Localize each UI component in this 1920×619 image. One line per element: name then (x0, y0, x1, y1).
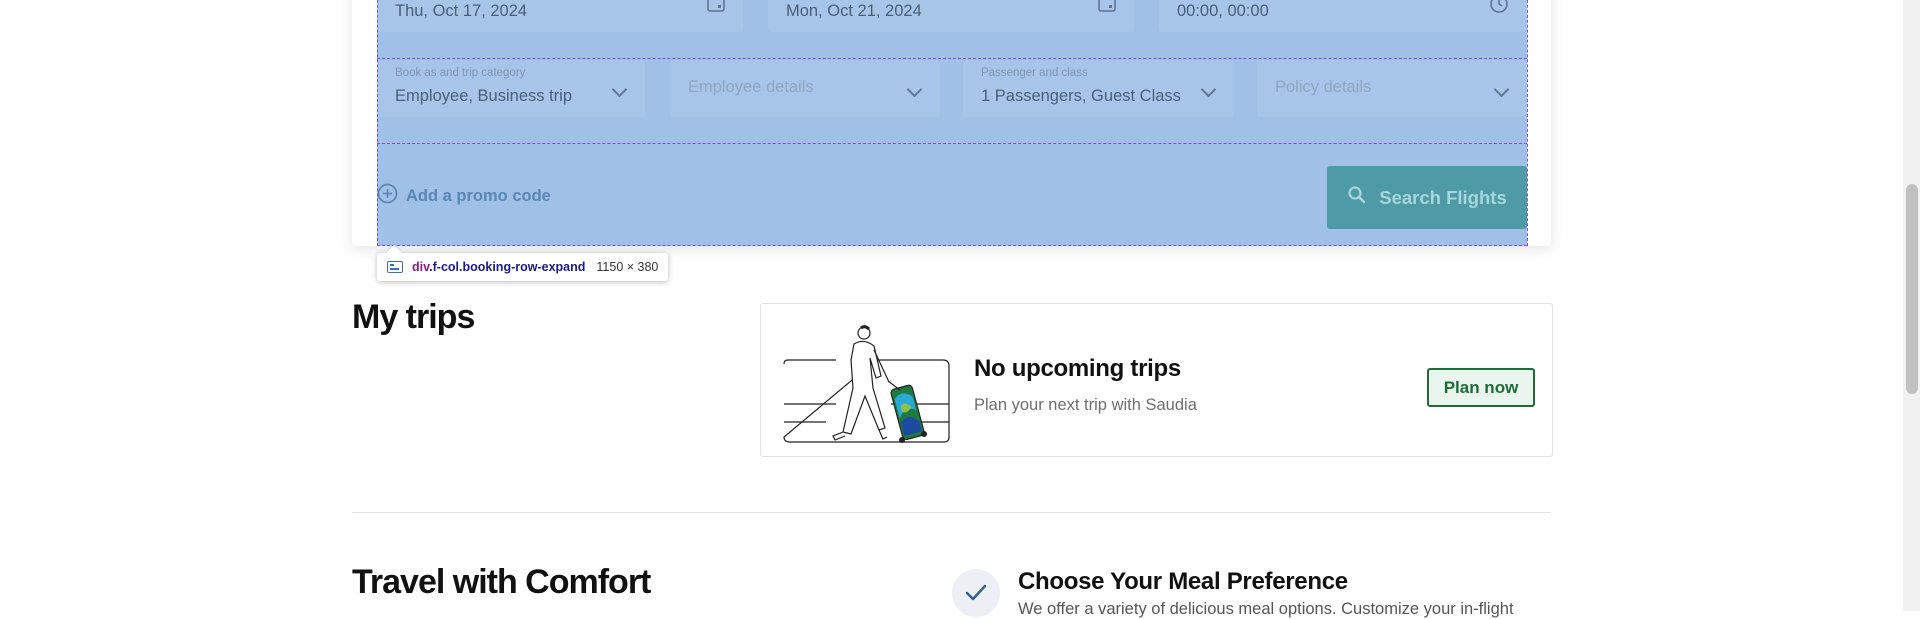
calendar-icon (707, 0, 725, 17)
meal-preference-text: We offer a variety of delicious meal opt… (1018, 600, 1514, 618)
search-flights-button[interactable]: Search Flights (1327, 166, 1527, 229)
highlight-guide-line (377, 0, 378, 246)
section-divider (352, 512, 1551, 513)
page-scrollbar[interactable] (1903, 0, 1920, 611)
calendar-icon (1098, 0, 1116, 17)
time-field[interactable]: 00:00, 00:00 (1159, 0, 1527, 32)
book-as-value: Employee, Business trip (395, 87, 572, 105)
flex-layout-icon (387, 261, 403, 273)
depart-date-value: Thu, Oct 17, 2024 (395, 2, 528, 20)
book-as-dropdown[interactable]: Book as and trip category Employee, Busi… (377, 60, 645, 117)
return-date-value: Mon, Oct 21, 2024 (786, 2, 922, 20)
passenger-class-value: 1 Passengers, Guest Class (981, 87, 1181, 105)
tooltip-element-size: 1150 × 380 (596, 260, 659, 274)
add-promo-code-link[interactable]: Add a promo code (377, 183, 551, 209)
highlight-guide-line (377, 143, 1527, 144)
checkmark-icon (952, 569, 1000, 617)
policy-details-dropdown[interactable]: Policy details (1257, 60, 1527, 117)
scrollbar-thumb[interactable] (1906, 184, 1918, 394)
search-flights-label: Search Flights (1379, 186, 1507, 208)
no-trips-card: No upcoming trips Plan your next trip wi… (760, 303, 1553, 457)
travel-with-comfort-title: Travel with Comfort (352, 563, 651, 601)
clock-icon (1489, 0, 1509, 19)
employee-details-dropdown[interactable]: Employee details (670, 60, 940, 117)
highlight-guide-line (377, 245, 1527, 246)
my-trips-title: My trips (352, 298, 475, 336)
tooltip-element-name: div.f-col.booking-row-expand (412, 260, 586, 274)
promo-code-label: Add a promo code (406, 186, 551, 205)
chevron-down-icon (906, 81, 923, 98)
passenger-class-dropdown[interactable]: Passenger and class 1 Passengers, Guest … (963, 60, 1234, 117)
employee-details-placeholder: Employee details (688, 78, 814, 96)
search-icon (1347, 185, 1367, 210)
return-date-field[interactable]: Mon, Oct 21, 2024 (768, 0, 1134, 32)
highlight-guide-line (377, 58, 1527, 59)
devtools-inspect-tooltip: div.f-col.booking-row-expand 1150 × 380 (377, 253, 669, 281)
highlight-guide-line (1527, 0, 1528, 246)
traveler-illustration (783, 325, 950, 443)
policy-details-placeholder: Policy details (1275, 78, 1372, 96)
passenger-class-label: Passenger and class (981, 67, 1088, 79)
no-upcoming-trips-heading: No upcoming trips (974, 355, 1181, 382)
meal-preference-title: Choose Your Meal Preference (1018, 568, 1348, 595)
no-upcoming-trips-subtext: Plan your next trip with Saudia (974, 396, 1197, 414)
book-as-label: Book as and trip category (395, 67, 526, 79)
chevron-down-icon (611, 81, 628, 98)
time-value: 00:00, 00:00 (1177, 2, 1269, 20)
plus-circle-icon (377, 183, 398, 209)
chevron-down-icon (1493, 81, 1510, 98)
chevron-down-icon (1200, 81, 1217, 98)
depart-date-field[interactable]: Thu, Oct 17, 2024 (377, 0, 743, 32)
plan-now-button[interactable]: Plan now (1427, 368, 1535, 407)
